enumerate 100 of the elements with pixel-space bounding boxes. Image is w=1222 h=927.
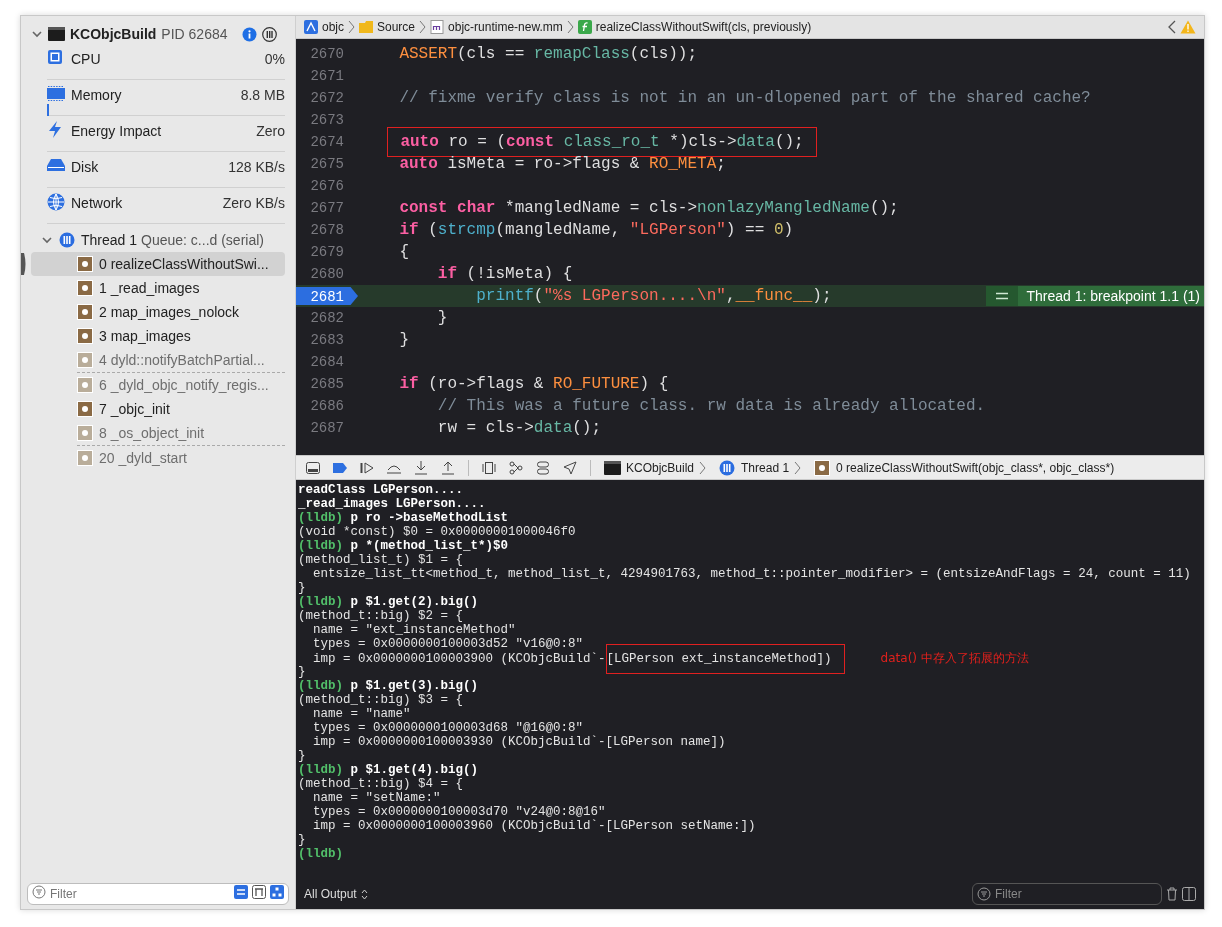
continue-icon[interactable] — [360, 460, 374, 475]
console-output: name = "ext_instanceMethod" — [312, 623, 517, 637]
gauge-label: CPU — [71, 50, 101, 69]
thread-icon — [59, 232, 75, 248]
graph-icon[interactable] — [509, 460, 523, 475]
step-into-icon[interactable] — [414, 460, 428, 475]
line-number: 2684 — [309, 352, 344, 372]
line-number: 2671 — [309, 66, 344, 86]
console-output: types = 0x0000000100003d70 "v24@0:8@16" — [312, 805, 607, 819]
layout-toggle-icon[interactable] — [252, 885, 266, 899]
line-number: 2675 — [309, 154, 344, 174]
memory-icon — [47, 85, 65, 103]
terminal-icon — [48, 26, 65, 42]
breadcrumb-item[interactable]: objc — [322, 18, 344, 36]
console-output: imp = 0x0000000100003960 (KCObjcBuild`-[LGPerson setName:]) — [312, 819, 757, 833]
console-output: (method_t::big) $3 = { — [298, 693, 465, 707]
code-line: auto isMeta = ro->flags & RO_META; — [398, 154, 726, 175]
debug-path-item[interactable]: KCObjcBuild — [626, 458, 695, 477]
toggle-switches-icon[interactable] — [536, 460, 550, 475]
console-command: (lldb) p ro ->baseMethodList — [298, 511, 510, 525]
breadcrumb-item[interactable]: objc-runtime-new.mm — [448, 18, 563, 36]
output-menu[interactable]: All Output — [304, 885, 357, 903]
console-output: types = 0x0000000100003d52 "v16@0:8" — [312, 637, 585, 651]
code-line: if (strcmp(mangledName, "LGPerson") == 0) — [398, 220, 794, 241]
chevron-icon — [794, 460, 802, 475]
stack-frame-row[interactable]: 7 _objc_init — [31, 397, 285, 421]
breakpoint-line-number[interactable]: 2681 — [296, 287, 358, 305]
line-number: 2683 — [309, 330, 344, 350]
breakpoint-label: Thread 1: breakpoint 1.1 (1) — [1026, 286, 1200, 306]
debug-path-item[interactable]: 0 realizeClassWithoutSwift(objc_class*, objc_class*) — [836, 458, 1115, 477]
chevron-icon — [419, 20, 427, 34]
console-output: _read_images LGPerson.... — [298, 497, 487, 511]
back-icon[interactable] — [1168, 20, 1176, 34]
gauge-label: Network — [71, 194, 123, 213]
line-number: 2673 — [309, 110, 344, 130]
updown-chevron-icon[interactable] — [360, 888, 368, 900]
stack-frame-row[interactable]: 2 map_images_nolock — [31, 300, 285, 324]
stack-frame-row[interactable]: 6 _dyld_objc_notify_regis... — [31, 373, 285, 397]
line-number: 2680 — [309, 264, 344, 284]
console-output: entsize_list_tt<method_t, method_list_t, 4294901763, method_t::pointer_modifier> = (entsizeAndFlags = 24, count = 11) — [312, 567, 1192, 581]
location-arrow-icon[interactable] — [563, 460, 577, 475]
console-output: (void *const) $0 = 0x00000001000046f0 — [298, 525, 577, 539]
frame-icon — [77, 425, 93, 441]
thread-queue: Queue: c...d (serial) — [141, 230, 264, 250]
frame-icon — [77, 280, 93, 296]
frame-icon — [77, 328, 93, 344]
debug-path-item[interactable]: Thread 1 — [741, 458, 790, 477]
frame-icon — [77, 256, 93, 272]
gauge-label: Energy Impact — [71, 122, 162, 141]
terminal-icon — [604, 459, 621, 476]
gauge-value: Zero — [256, 122, 285, 141]
thread-icon — [719, 459, 737, 476]
console-output: imp = 0x0000000100003930 (KCObjcBuild`-[LGPerson name]) — [312, 735, 727, 749]
code-line: const char *mangledName = cls->nonlazyMangledName(); — [398, 198, 899, 219]
line-number: 2670 — [309, 44, 344, 64]
code-line: ASSERT(cls == remapClass(cls)); — [398, 44, 698, 65]
current-frame-marker — [21, 253, 27, 275]
chevron-icon[interactable] — [31, 28, 43, 40]
console-output: readClass LGPerson.... — [298, 483, 465, 497]
line-number: 2682 — [309, 308, 344, 328]
code-line: { — [398, 242, 409, 263]
trash-icon[interactable] — [1166, 887, 1178, 901]
info-icon[interactable] — [242, 26, 257, 42]
line-number: 2685 — [309, 374, 344, 394]
console-toggle-icon[interactable] — [306, 460, 320, 475]
console-command: (lldb) p $1.get(3).big() — [298, 679, 480, 693]
filter-toggle-icon[interactable] — [234, 885, 248, 899]
line-number: 2677 — [309, 198, 344, 218]
step-out-icon[interactable] — [441, 460, 455, 475]
pause-icon[interactable] — [262, 26, 277, 42]
stack-frame-row[interactable]: 1 _read_images — [31, 276, 285, 300]
stack-frame-row[interactable]: 8 _os_object_init — [31, 421, 285, 445]
line-number: 2674 — [309, 132, 344, 152]
split-view-icon[interactable] — [1182, 887, 1196, 901]
stack-frame-row[interactable]: 4 dyld::notifyBatchPartial... — [31, 348, 285, 372]
console-output: imp = 0x0000000100003900 (KCObjcBuild`- — [312, 652, 606, 666]
breadcrumb-item[interactable]: Source — [377, 18, 416, 36]
filter-icon — [32, 885, 46, 899]
console-command: (lldb) p $1.get(2).big() — [298, 595, 480, 609]
chevron-icon[interactable] — [41, 234, 53, 246]
hierarchy-toggle-icon[interactable] — [270, 885, 284, 899]
stack-frame-row[interactable]: 3 map_images — [31, 324, 285, 348]
frame-icon — [814, 459, 832, 476]
gauge-value: 0% — [264, 50, 285, 69]
console-filter-field[interactable]: Filter — [972, 883, 1162, 905]
breakpoints-icon[interactable] — [333, 460, 347, 475]
frame-icon — [77, 304, 93, 320]
view-hierarchy-icon[interactable] — [482, 460, 496, 475]
console-output: } — [298, 749, 307, 763]
gauge-value: 128 KB/s — [228, 158, 285, 177]
line-number: 2686 — [309, 396, 344, 416]
gauge-label: Memory — [71, 86, 122, 105]
console-output: } — [298, 833, 307, 847]
breadcrumb-item[interactable]: realizeClassWithoutSwift(cls, previously) — [595, 18, 812, 36]
stack-frame-row[interactable]: 20 _dyld_start — [31, 446, 285, 470]
code-line: if (ro->flags & RO_FUTURE) { — [398, 374, 669, 395]
cpu-icon — [47, 49, 65, 67]
gauge-label: Disk — [71, 158, 99, 177]
line-number: 2687 — [309, 418, 344, 438]
code-line: rw = cls->data(); — [436, 418, 602, 439]
